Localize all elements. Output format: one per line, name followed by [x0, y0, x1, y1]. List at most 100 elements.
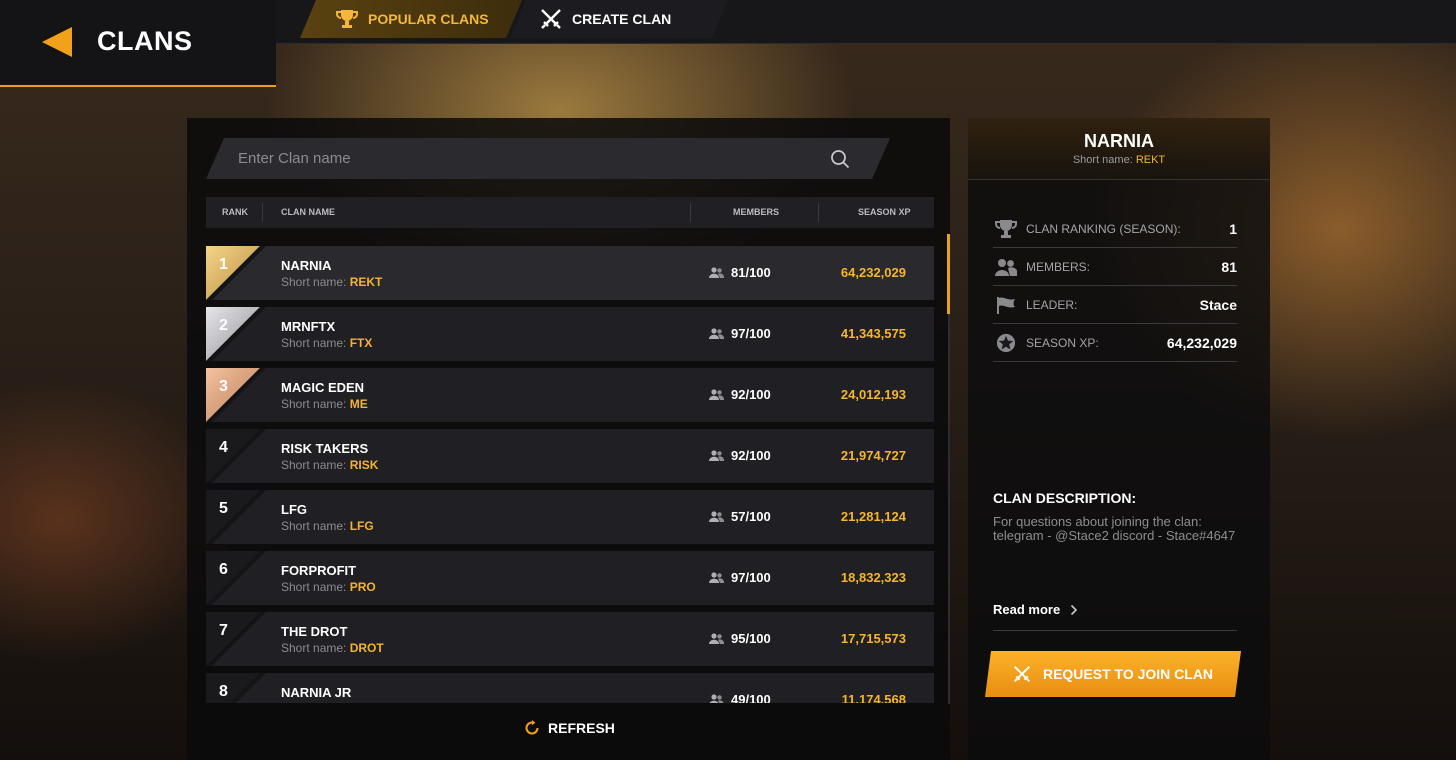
season-xp-value: 21,281,124	[840, 509, 906, 524]
clan-short-name: Short name: ME	[281, 397, 368, 411]
stat-label: CLAN RANKING (SEASON):	[1026, 222, 1181, 236]
season-xp-value: 11,174,568	[841, 692, 906, 703]
trophy-icon	[336, 9, 358, 29]
back-arrow-icon[interactable]	[42, 27, 72, 57]
season-xp-value: 41,343,575	[840, 326, 906, 341]
header-divider	[818, 203, 819, 222]
title-block: CLANS	[0, 0, 276, 87]
search-bar	[206, 138, 890, 179]
header-divider	[690, 203, 691, 222]
rank-number: 3	[219, 378, 228, 395]
member-count: 92/100	[709, 387, 771, 402]
table-row[interactable]: 5 LFG Short name: LFG 57/100 21,281,124	[206, 490, 934, 544]
clan-description-title: CLAN DESCRIPTION:	[993, 490, 1137, 506]
stat-value: 81	[1221, 259, 1237, 275]
refresh-button[interactable]: REFRESH	[524, 720, 615, 736]
header-rank[interactable]: RANK	[222, 207, 248, 217]
header-members[interactable]: MEMBERS	[733, 207, 779, 217]
member-count: 95/100	[709, 631, 771, 646]
table-row[interactable]: 8 NARNIA JR 49/100 11,174,568	[206, 673, 934, 703]
rank-badge	[206, 673, 260, 703]
rank-number: 4	[219, 439, 228, 456]
clan-list: 1 NARNIA Short name: REKT 81/100 64,232,…	[206, 246, 934, 703]
rank-number: 8	[219, 683, 228, 700]
table-row[interactable]: 1 NARNIA Short name: REKT 81/100 64,232,…	[206, 246, 934, 300]
clan-short-name: Short name: DROT	[281, 641, 384, 655]
member-count: 97/100	[709, 326, 771, 341]
members-icon	[995, 259, 1017, 276]
season-xp-value: 24,012,193	[840, 387, 906, 402]
members-icon	[709, 389, 724, 400]
stat-label: MEMBERS:	[1026, 260, 1091, 274]
member-count: 97/100	[709, 570, 771, 585]
tab-popular-clans[interactable]: POPULAR CLANS	[300, 0, 522, 38]
header-season-xp[interactable]: SEASON XP	[858, 207, 911, 217]
request-to-join-label: REQUEST TO JOIN CLAN	[1042, 666, 1214, 682]
stat-value: 1	[1229, 221, 1237, 237]
request-to-join-button[interactable]: REQUEST TO JOIN CLAN	[985, 651, 1241, 697]
trophy-icon	[995, 220, 1017, 238]
rank-number: 5	[219, 500, 228, 517]
members-icon	[709, 572, 724, 583]
clan-name: MRNFTX	[281, 319, 336, 334]
rank-number: 7	[219, 622, 228, 639]
stat-season-xp: SEASON XP: 64,232,029	[993, 324, 1237, 362]
member-count: 49/100	[709, 692, 771, 703]
clan-short-name: Short name: RISK	[281, 458, 379, 472]
members-icon	[709, 633, 724, 644]
refresh-label: REFRESH	[548, 720, 615, 736]
star-badge-icon	[996, 333, 1016, 353]
stat-members: MEMBERS: 81	[993, 248, 1237, 286]
table-row[interactable]: 7 THE DROT Short name: DROT 95/100 17,71…	[206, 612, 934, 666]
clan-name: RISK TAKERS	[281, 441, 369, 456]
scrollbar-thumb[interactable]	[947, 234, 950, 314]
table-header: RANK CLAN NAME MEMBERS SEASON XP	[206, 197, 934, 228]
tab-create-clan-label: CREATE CLAN	[572, 11, 672, 27]
members-icon	[709, 694, 724, 703]
member-count: 92/100	[709, 448, 771, 463]
table-row[interactable]: 4 RISK TAKERS Short name: RISK 92/100 21…	[206, 429, 934, 483]
header-divider	[262, 203, 263, 222]
search-input[interactable]	[238, 138, 818, 179]
clan-short-name: Short name: FTX	[281, 336, 373, 350]
member-count: 57/100	[709, 509, 771, 524]
tab-popular-clans-label: POPULAR CLANS	[368, 11, 489, 27]
members-icon	[709, 267, 724, 278]
crossed-swords-icon	[540, 8, 562, 30]
flag-icon	[997, 297, 1015, 314]
members-icon	[709, 511, 724, 522]
table-row[interactable]: 3 MAGIC EDEN Short name: ME 92/100 24,01…	[206, 368, 934, 422]
rank-number: 1	[219, 256, 228, 273]
clan-short-name: Short name: REKT	[281, 275, 383, 289]
clan-name: THE DROT	[281, 624, 348, 639]
season-xp-value: 64,232,029	[840, 265, 906, 280]
season-xp-value: 21,974,727	[840, 448, 906, 463]
clan-name: LFG	[281, 502, 307, 517]
page-title: CLANS	[97, 26, 193, 56]
divider	[993, 630, 1237, 631]
search-icon[interactable]	[830, 149, 850, 169]
clan-name: FORPROFIT	[281, 563, 357, 578]
tab-create-clan[interactable]: CREATE CLAN	[510, 0, 728, 38]
read-more-link[interactable]: Read more	[993, 602, 1078, 617]
stat-label: SEASON XP:	[1026, 336, 1099, 350]
header-clan-name[interactable]: CLAN NAME	[281, 207, 335, 217]
clan-name: MAGIC EDEN	[281, 380, 365, 395]
member-count: 81/100	[709, 265, 771, 280]
clan-short-name: Short name: LFG	[281, 519, 374, 533]
clan-name: NARNIA JR	[281, 685, 352, 700]
clan-name: NARNIA	[281, 258, 332, 273]
stat-value: Stace	[1199, 297, 1237, 313]
season-xp-value: 18,832,323	[840, 570, 906, 585]
members-icon	[709, 328, 724, 339]
season-xp-value: 17,715,573	[840, 631, 906, 646]
table-row[interactable]: 2 MRNFTX Short name: FTX 97/100 41,343,5…	[206, 307, 934, 361]
read-more-label: Read more	[993, 602, 1061, 617]
table-row[interactable]: 6 FORPROFIT Short name: PRO 97/100 18,83…	[206, 551, 934, 605]
crossed-swords-icon	[1013, 665, 1031, 683]
stat-clan-ranking: CLAN RANKING (SEASON): 1	[993, 210, 1237, 248]
clan-short-name: Short name: PRO	[281, 580, 376, 594]
stat-value: 64,232,029	[1166, 335, 1237, 351]
stat-label: LEADER:	[1026, 298, 1078, 312]
stat-leader: LEADER: Stace	[993, 286, 1237, 324]
